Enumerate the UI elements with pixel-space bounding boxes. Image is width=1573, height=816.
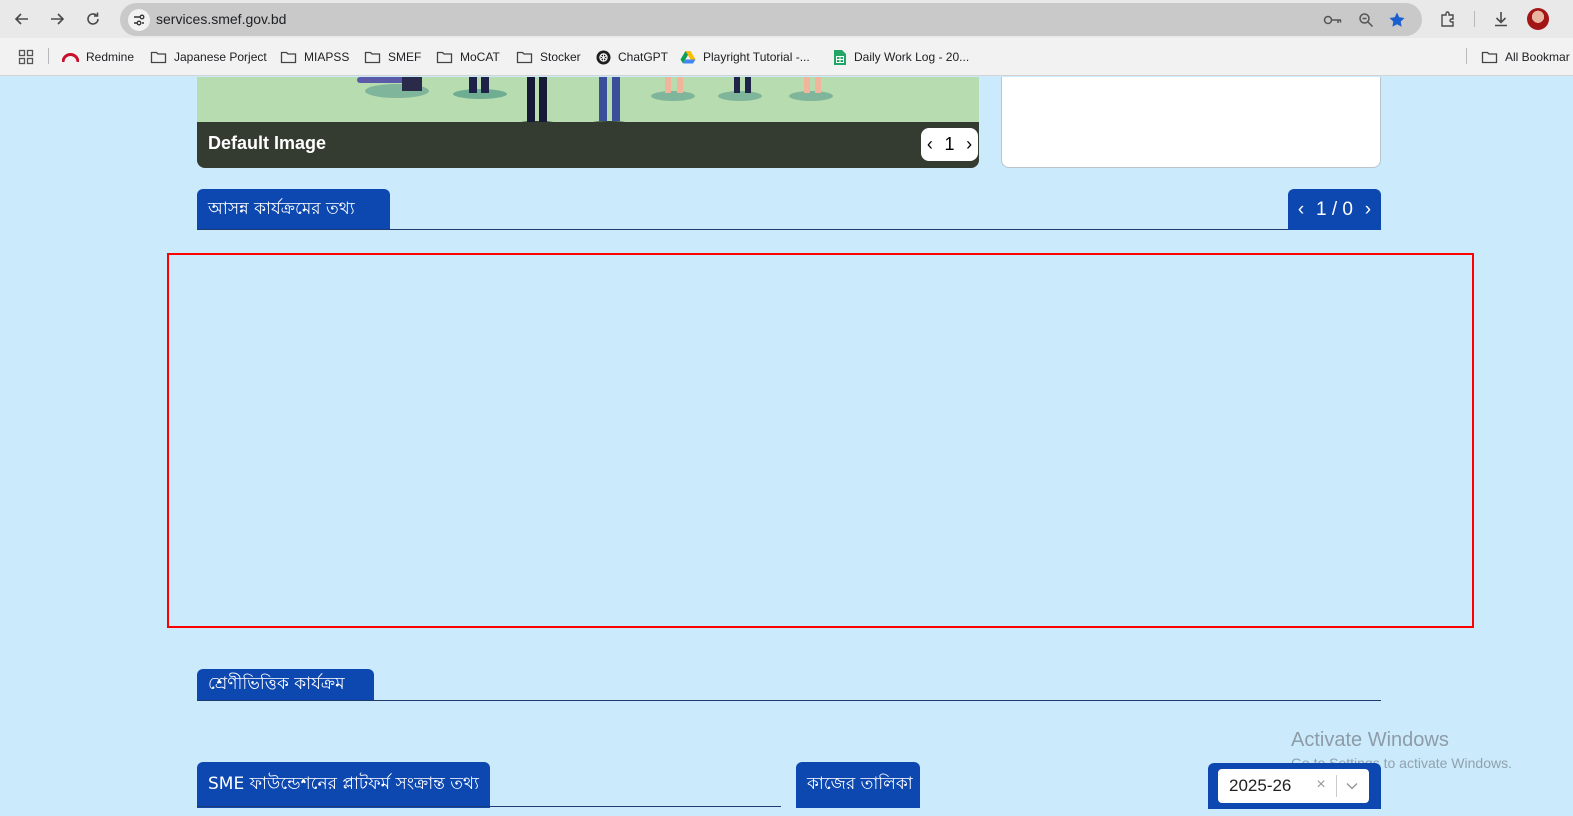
hero-prev-button[interactable]: ‹	[927, 134, 933, 155]
folder-icon	[516, 51, 533, 64]
year-value: 2025-26	[1229, 776, 1292, 795]
section-tab-upcoming: আসন্ন কার্যক্রমের তথ্য	[197, 189, 390, 230]
url-text[interactable]: services.smef.gov.bd	[156, 11, 286, 27]
forward-icon[interactable]	[45, 7, 69, 31]
google-drive-icon	[680, 51, 696, 64]
hero-next-button[interactable]: ›	[966, 134, 972, 155]
bookmark-all-bookmarks[interactable]: All Bookmar	[1481, 48, 1570, 66]
bookmark-daily-work-log[interactable]: Daily Work Log - 20...	[833, 48, 969, 66]
section-divider	[197, 229, 1381, 230]
address-bar[interactable]: services.smef.gov.bd	[120, 3, 1422, 36]
back-icon[interactable]	[10, 7, 34, 31]
bookmark-chatgpt[interactable]: ChatGPT	[596, 48, 668, 66]
hero-pager: ‹ 1 ›	[921, 128, 978, 161]
redmine-icon	[62, 53, 79, 63]
site-info-icon[interactable]	[128, 9, 150, 31]
chatgpt-icon	[596, 50, 611, 64]
bookmark-smef[interactable]: SMEF	[364, 48, 421, 66]
browser-toolbar: services.smef.gov.bd	[0, 0, 1573, 38]
folder-icon	[280, 51, 297, 64]
bookmark-miapss[interactable]: MIAPSS	[280, 48, 349, 66]
hero-title: Default Image	[208, 133, 327, 153]
bookmark-mocat[interactable]: MoCAT	[436, 48, 500, 66]
task-list-title: কাজের তালিকা	[807, 774, 913, 794]
folder-icon	[436, 51, 453, 64]
category-title: শ্রেণীভিত্তিক কার্যক্রম	[208, 674, 345, 694]
upcoming-title: আসন্ন কার্যক্রমের তথ্য	[208, 198, 355, 219]
section-tab-task-list: কাজের তালিকা	[796, 762, 920, 808]
bookmark-star-icon[interactable]	[1387, 10, 1407, 30]
platform-info-title: SME ফাউন্ডেশনের প্লাটফর্ম সংক্রান্ত তথ্য	[208, 774, 479, 794]
clear-icon[interactable]: ×	[1313, 775, 1329, 795]
upcoming-prev-button[interactable]: ‹	[1298, 199, 1304, 221]
folder-icon	[1481, 51, 1498, 64]
year-filter-container: 2025-26 ×	[1208, 763, 1381, 809]
hero-slider: Default Image ‹ 1 ›	[197, 77, 979, 168]
bookmark-divider	[48, 48, 49, 64]
zoom-icon[interactable]	[1356, 10, 1376, 30]
section-tab-platform-info: SME ফাউন্ডেশনের প্লাটফর্ম সংক্রান্ত তথ্য	[197, 762, 490, 808]
toolbar-divider	[1474, 11, 1475, 27]
side-card	[1001, 77, 1381, 168]
folder-icon	[150, 51, 167, 64]
hero-page-number: 1	[944, 134, 955, 154]
bookmark-divider	[1466, 48, 1467, 64]
apps-grid-icon[interactable]	[18, 48, 34, 66]
section-divider	[197, 700, 1381, 701]
upcoming-next-button[interactable]: ›	[1365, 199, 1371, 221]
year-select[interactable]: 2025-26 ×	[1218, 769, 1369, 803]
bookmark-playright-tutorial[interactable]: Playright Tutorial -...	[680, 48, 810, 66]
section-divider	[197, 806, 781, 807]
bookmarks-bar: Redmine Japanese Porject MIAPSS SMEF MoC…	[0, 38, 1573, 76]
password-key-icon[interactable]	[1323, 10, 1343, 30]
profile-avatar[interactable]	[1527, 8, 1549, 30]
bookmark-japanese-porject[interactable]: Japanese Porject	[150, 48, 267, 66]
google-sheets-icon	[834, 49, 846, 65]
bookmark-redmine[interactable]: Redmine	[62, 48, 134, 66]
windows-watermark-title: Activate Windows	[1291, 729, 1449, 751]
section-tab-category: শ্রেণীভিত্তিক কার্যক্রম	[197, 669, 374, 701]
folder-icon	[364, 51, 381, 64]
bookmark-stocker[interactable]: Stocker	[516, 48, 581, 66]
select-divider	[1336, 775, 1337, 797]
download-icon[interactable]	[1489, 7, 1513, 31]
upcoming-pager: ‹ 1 / 0 ›	[1288, 189, 1381, 230]
upcoming-page-count: 1 / 0	[1316, 198, 1353, 220]
highlight-box	[167, 253, 1474, 628]
chevron-down-icon[interactable]	[1343, 778, 1361, 794]
extensions-icon[interactable]	[1436, 7, 1460, 31]
reload-icon[interactable]	[81, 7, 105, 31]
